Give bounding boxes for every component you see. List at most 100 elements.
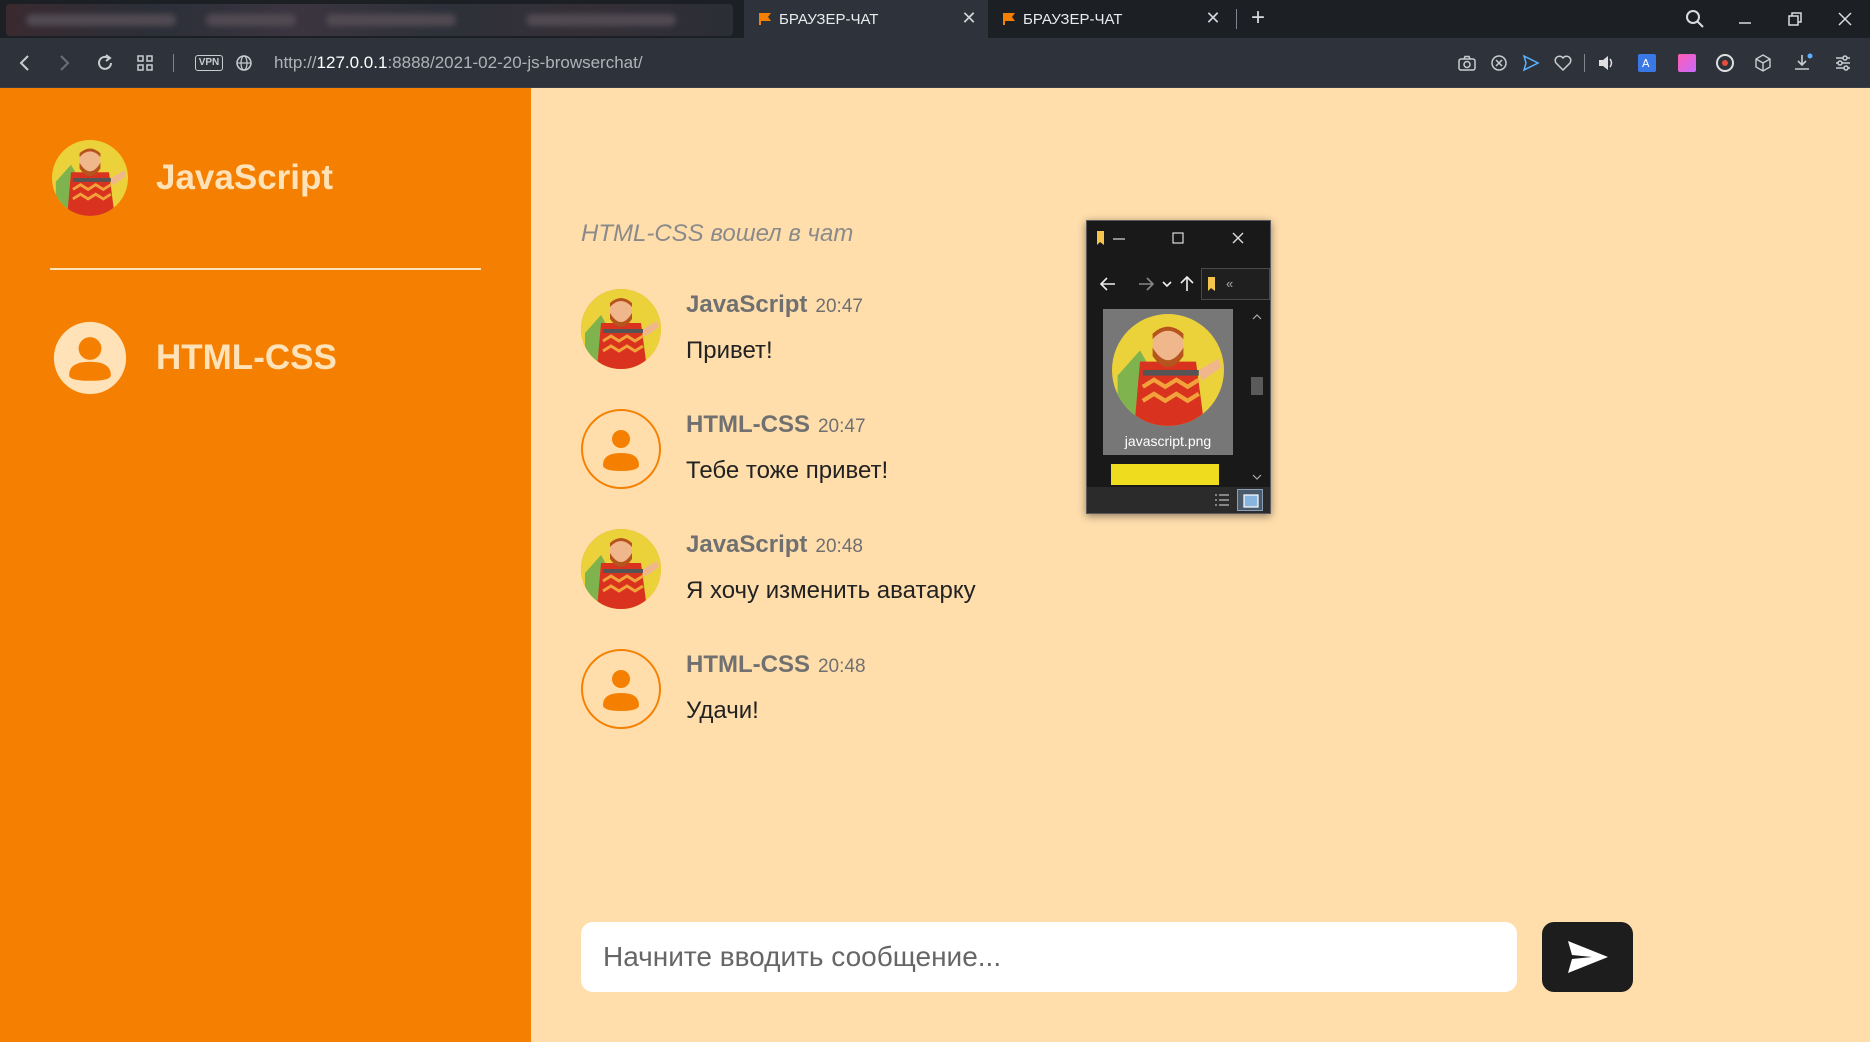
minimize-button[interactable] <box>1728 4 1762 34</box>
settings-sliders-icon <box>1836 55 1850 71</box>
javascript-avatar <box>581 289 661 369</box>
chat-message: JavaScript 20:48 Я хочу изменить аватарку <box>581 529 1201 611</box>
svg-text:A: A <box>1642 57 1650 70</box>
file-item-partial[interactable] <box>1111 464 1219 485</box>
message-text: Я хочу изменить аватарку <box>686 577 976 604</box>
url-scheme: http:// <box>274 53 317 72</box>
explorer-status-bar <box>1087 487 1270 513</box>
download-icon <box>1795 53 1813 70</box>
arrow-left-icon[interactable] <box>1099 276 1117 292</box>
translate-icon: A <box>1638 54 1656 72</box>
minimize-icon[interactable] <box>1111 231 1127 245</box>
extension-translate-button[interactable]: A <box>1636 52 1658 74</box>
message-author: HTML-CSS <box>686 411 810 438</box>
tab-grid-button[interactable] <box>133 51 157 75</box>
tab-title: БРАУЗЕР-ЧАТ <box>779 10 879 28</box>
extension-gradient-button[interactable] <box>1676 52 1698 74</box>
sidebar-user-html-css[interactable]: HTML-CSS <box>52 320 337 396</box>
explorer-title-bar <box>1087 221 1270 255</box>
folder-icon <box>1097 231 1104 245</box>
flow-button[interactable] <box>1520 52 1542 74</box>
target-icon <box>1716 54 1734 72</box>
maximize-icon[interactable] <box>1171 231 1185 245</box>
site-info-button[interactable] <box>232 51 256 75</box>
url-host: 127.0.0.1 <box>316 53 388 72</box>
message-input[interactable] <box>581 922 1517 992</box>
details-view-icon[interactable] <box>1213 492 1231 508</box>
tab-close-button[interactable]: ✕ <box>960 9 978 27</box>
path-chevron: « <box>1226 276 1234 291</box>
chevron-down-icon[interactable] <box>1161 278 1173 290</box>
forward-button[interactable] <box>52 51 76 75</box>
message-text: Тебе тоже привет! <box>686 457 889 484</box>
explorer-nav-bar: « <box>1087 265 1270 303</box>
grid-icon <box>137 55 153 71</box>
javascript-avatar <box>581 529 661 609</box>
address-separator <box>173 54 174 72</box>
speaker-icon <box>1599 56 1613 70</box>
user-avatar-icon <box>581 409 661 489</box>
tab-browser-chat[interactable]: БРАУЗЕР-ЧАТ ✕ <box>988 0 1232 38</box>
users-sidebar: JavaScript HTML-CSS <box>0 88 531 1042</box>
snapshot-button[interactable] <box>1456 52 1478 74</box>
explorer-path-box[interactable]: « <box>1201 268 1270 300</box>
flag-icon <box>759 13 771 25</box>
large-icons-view-button[interactable] <box>1237 489 1263 511</box>
extension-circle-button[interactable] <box>1714 52 1736 74</box>
sidebar-user-name: JavaScript <box>156 158 334 197</box>
arrow-right-icon[interactable] <box>1137 276 1155 292</box>
camera-icon <box>1458 55 1476 71</box>
restore-button[interactable] <box>1778 4 1812 34</box>
tab-title: БРАУЗЕР-ЧАТ <box>1023 10 1123 28</box>
reload-icon <box>98 54 112 70</box>
extension-audio-button[interactable] <box>1596 52 1618 74</box>
reload-button[interactable] <box>93 51 117 75</box>
send-icon <box>1522 54 1540 72</box>
favorites-button[interactable] <box>1552 52 1574 74</box>
adblock-button[interactable] <box>1488 52 1510 74</box>
tab-separator <box>1236 9 1237 29</box>
send-button[interactable] <box>1542 922 1633 992</box>
message-text: Привет! <box>686 337 773 364</box>
tab-browser-chat-active[interactable]: БРАУЗЕР-ЧАТ ✕ <box>744 0 988 38</box>
sidebar-user-javascript[interactable]: JavaScript <box>52 140 333 216</box>
file-name: javascript.png <box>1124 433 1212 449</box>
sidebar-divider <box>50 268 481 270</box>
message-text: Удачи! <box>686 697 759 724</box>
vpn-badge[interactable]: VPN <box>195 55 223 71</box>
file-explorer-window: « javascript.png <box>1086 220 1271 514</box>
message-time: 20:47 <box>815 296 863 317</box>
new-tab-button[interactable]: + <box>1246 6 1270 31</box>
adblock-icon <box>1491 55 1507 71</box>
message-author-line: HTML-CSS 20:48 <box>686 651 866 679</box>
close-window-button[interactable] <box>1828 4 1862 34</box>
easy-setup-button[interactable] <box>1832 52 1854 74</box>
message-author-line: HTML-CSS 20:47 <box>686 411 866 439</box>
blurred-tabs[interactable] <box>6 4 733 36</box>
color-picker-icon <box>1678 54 1696 72</box>
downloads-button[interactable] <box>1792 52 1814 74</box>
explorer-scrollbar[interactable] <box>1249 309 1265 485</box>
cube-icon <box>1755 54 1771 72</box>
browser-tab-bar: БРАУЗЕР-ЧАТ ✕ БРАУЗЕР-ЧАТ ✕ + <box>0 0 1870 38</box>
url-field[interactable]: http://127.0.0.1:8888/2021-02-20-js-brow… <box>274 53 643 73</box>
message-author: JavaScript <box>686 531 808 558</box>
chevron-right-icon <box>60 55 70 71</box>
user-avatar-icon <box>581 649 661 729</box>
heart-icon <box>1554 55 1572 71</box>
search-tabs-button[interactable] <box>1678 4 1712 34</box>
tab-close-button[interactable]: ✕ <box>1204 9 1222 27</box>
extensions-button[interactable] <box>1752 52 1774 74</box>
scrollbar-thumb[interactable] <box>1251 377 1263 395</box>
minimize-icon <box>1739 22 1751 24</box>
sidebar-user-name: HTML-CSS <box>156 338 337 377</box>
arrow-up-icon[interactable] <box>1179 275 1195 293</box>
scroll-down-icon[interactable] <box>1252 473 1262 481</box>
close-icon[interactable] <box>1231 231 1245 245</box>
back-button[interactable] <box>13 51 37 75</box>
thumbnail-view-icon <box>1243 494 1259 508</box>
file-item-javascript-png[interactable]: javascript.png <box>1103 309 1233 455</box>
url-path: :8888/2021-02-20-js-browserchat/ <box>387 53 643 72</box>
flag-icon <box>1003 13 1015 25</box>
scroll-up-icon[interactable] <box>1252 313 1262 321</box>
